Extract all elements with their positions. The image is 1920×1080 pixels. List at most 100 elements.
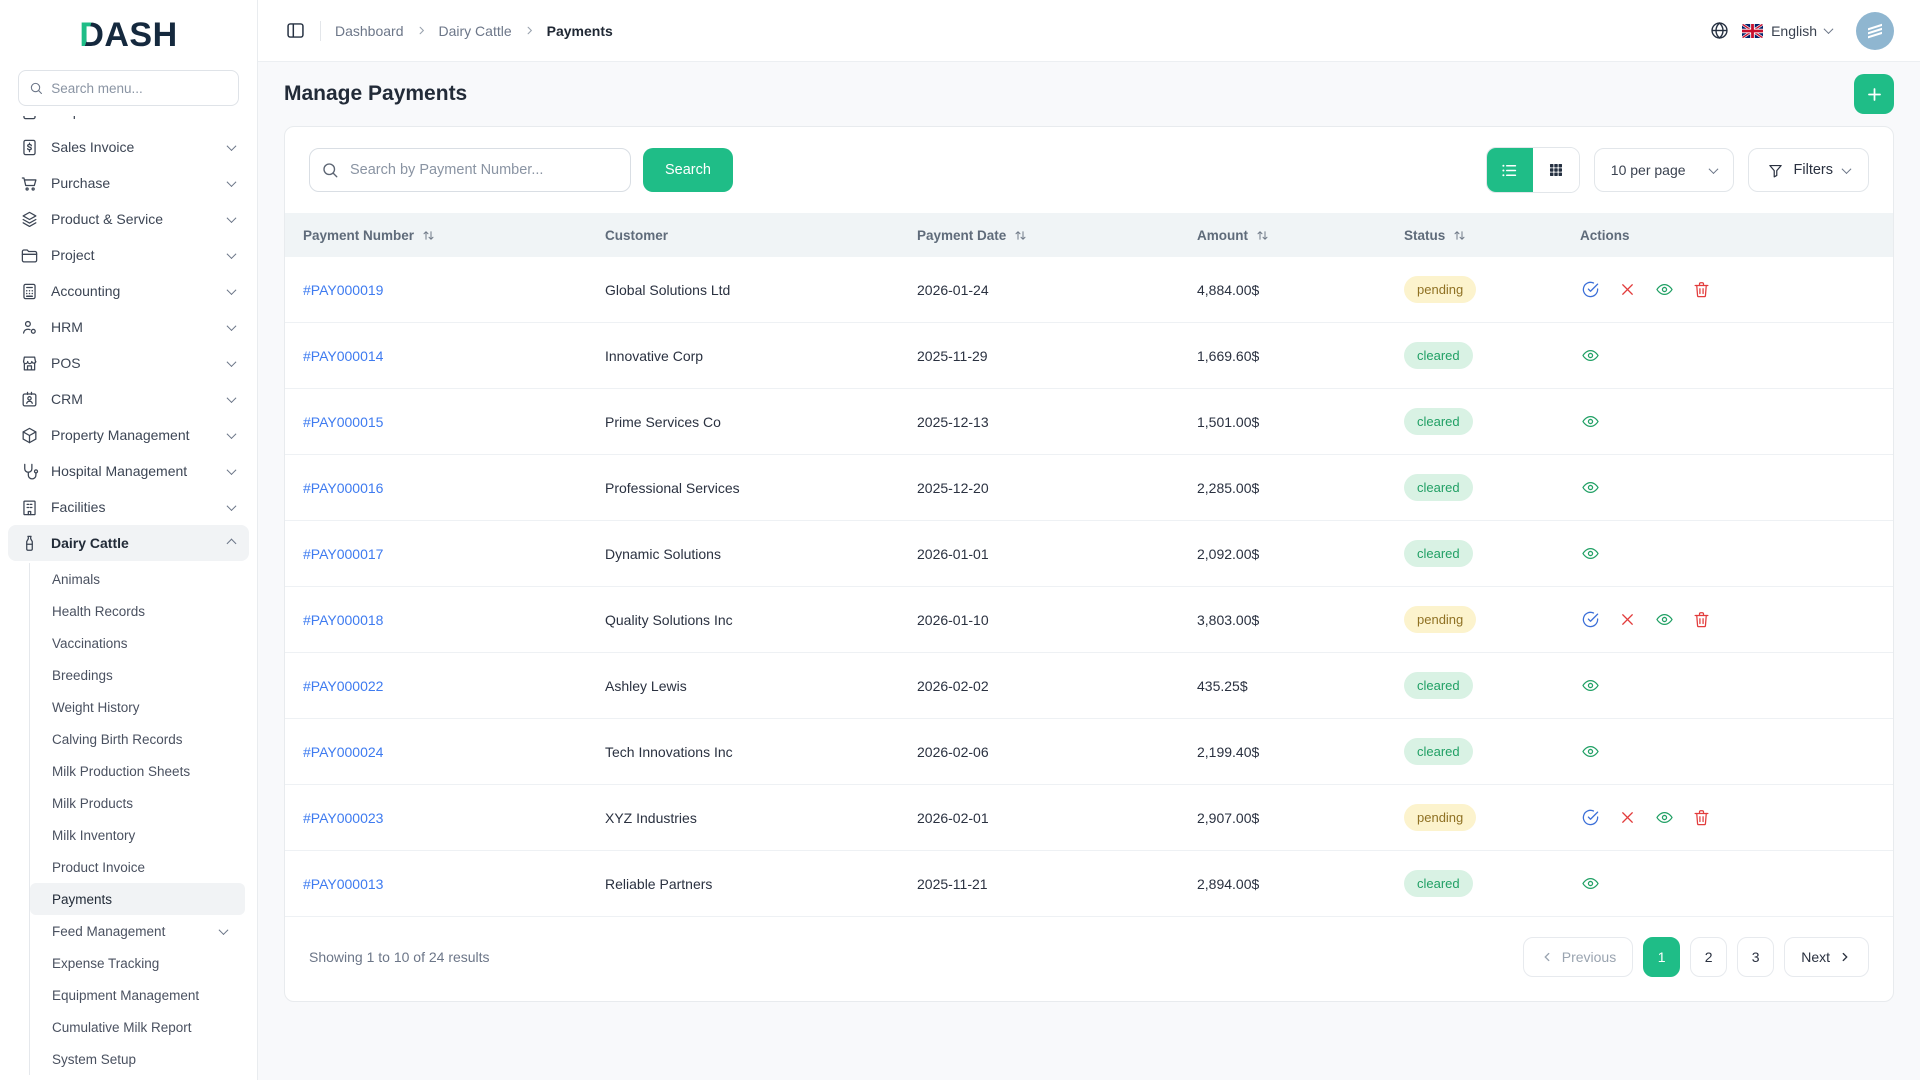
delete-button[interactable] <box>1691 280 1711 300</box>
view-button[interactable] <box>1654 808 1674 828</box>
row-actions <box>1580 323 1893 388</box>
brand-logo: DASH <box>0 0 257 62</box>
delete-button[interactable] <box>1691 610 1711 630</box>
grid-view-button[interactable] <box>1532 148 1579 192</box>
customer-cell: Innovative Corp <box>605 322 917 389</box>
status-badge: pending <box>1404 606 1477 633</box>
reject-button[interactable] <box>1617 280 1637 300</box>
sidebar-subitem-expense-tracking[interactable]: Expense Tracking <box>30 947 245 979</box>
view-button[interactable] <box>1580 742 1600 762</box>
circle-check-icon <box>1581 610 1600 629</box>
sidebar-subitem-system-setup[interactable]: System Setup <box>30 1043 245 1075</box>
payment-number-link[interactable]: #PAY000015 <box>303 414 383 430</box>
sidebar-item-hrm[interactable]: HRM <box>8 309 249 345</box>
sidebar-subitem-calving-birth-records[interactable]: Calving Birth Records <box>30 723 245 755</box>
payment-number-link[interactable]: #PAY000022 <box>303 678 383 694</box>
filters-button[interactable]: Filters <box>1747 148 1869 192</box>
payment-number-link[interactable]: #PAY000019 <box>303 282 383 298</box>
sidebar-subitem-label: Milk Inventory <box>52 827 136 843</box>
reject-button[interactable] <box>1617 808 1637 828</box>
language-selector[interactable]: English <box>1742 23 1836 39</box>
sidebar-subitem-feed-management[interactable]: Feed Management <box>30 915 245 947</box>
sidebar-item-pos[interactable]: POS <box>8 345 249 381</box>
column-header-amount[interactable]: Amount <box>1197 213 1404 257</box>
approve-button[interactable] <box>1580 280 1600 300</box>
payment-number-link[interactable]: #PAY000023 <box>303 810 383 826</box>
sidebar-item-dairy-cattle[interactable]: Dairy Cattle <box>8 525 249 561</box>
sidebar-item-crm[interactable]: CRM <box>8 381 249 417</box>
sidebar-subitem-health-records[interactable]: Health Records <box>30 595 245 627</box>
view-button[interactable] <box>1580 412 1600 432</box>
sidebar-item-proposal[interactable]: Proposal <box>8 116 249 129</box>
payment-number-link[interactable]: #PAY000024 <box>303 744 383 760</box>
sidebar-subitem-milk-inventory[interactable]: Milk Inventory <box>30 819 245 851</box>
list-view-button[interactable] <box>1486 148 1533 192</box>
payment-search-input[interactable] <box>309 148 631 192</box>
approve-button[interactable] <box>1580 610 1600 630</box>
customer-cell: Professional Services <box>605 454 917 521</box>
sidebar-subitem-milk-products[interactable]: Milk Products <box>30 787 245 819</box>
sidebar-subitem-vaccinations[interactable]: Vaccinations <box>30 627 245 659</box>
add-payment-button[interactable] <box>1854 74 1894 114</box>
payment-number-link[interactable]: #PAY000014 <box>303 348 383 364</box>
approve-button[interactable] <box>1580 808 1600 828</box>
sidebar-subitem-weight-history[interactable]: Weight History <box>30 691 245 723</box>
payment-number-link[interactable]: #PAY000016 <box>303 480 383 496</box>
chevron-down-icon <box>226 140 237 151</box>
view-button[interactable] <box>1580 478 1600 498</box>
sidebar-item-accounting[interactable]: Accounting <box>8 273 249 309</box>
sidebar-subitem-animals[interactable]: Animals <box>30 563 245 595</box>
sort-icon[interactable] <box>1452 228 1467 243</box>
search-button[interactable]: Search <box>643 148 733 192</box>
payment-number-link[interactable]: #PAY000013 <box>303 876 383 892</box>
page-button-3[interactable]: 3 <box>1737 937 1775 977</box>
view-button[interactable] <box>1580 544 1600 564</box>
reject-button[interactable] <box>1617 610 1637 630</box>
per-page-select[interactable]: 10 per page <box>1593 148 1734 192</box>
sidebar-item-label: Sales Invoice <box>51 139 135 155</box>
previous-page-button[interactable]: Previous <box>1522 937 1634 977</box>
breadcrumb-dairy-cattle[interactable]: Dairy Cattle <box>439 23 512 39</box>
invoice-icon <box>20 138 39 157</box>
sidebar-subitem-cumulative-milk-report[interactable]: Cumulative Milk Report <box>30 1011 245 1043</box>
payment-number-link[interactable]: #PAY000017 <box>303 546 383 562</box>
avatar[interactable] <box>1856 11 1894 50</box>
sort-icon[interactable] <box>1013 228 1028 243</box>
page-button-1[interactable]: 1 <box>1643 937 1681 977</box>
sort-icon[interactable] <box>1255 228 1270 243</box>
sidebar-subitem-product-invoice[interactable]: Product Invoice <box>30 851 245 883</box>
column-header-payment-date[interactable]: Payment Date <box>917 213 1197 257</box>
view-button[interactable] <box>1654 610 1674 630</box>
next-page-button[interactable]: Next <box>1784 937 1869 977</box>
view-button[interactable] <box>1580 676 1600 696</box>
sidebar-item-property-management[interactable]: Property Management <box>8 417 249 453</box>
customer-cell: Tech Innovations Inc <box>605 718 917 785</box>
column-header-status[interactable]: Status <box>1404 213 1580 257</box>
view-button[interactable] <box>1580 346 1600 366</box>
globe-icon[interactable] <box>1708 20 1730 42</box>
sidebar-item-label: Proposal <box>51 116 106 119</box>
column-header-payment-number[interactable]: Payment Number <box>285 213 605 257</box>
sidebar-item-product-service[interactable]: Product & Service <box>8 201 249 237</box>
sidebar-item-hospital-management[interactable]: Hospital Management <box>8 453 249 489</box>
sidebar-item-project[interactable]: Project <box>8 237 249 273</box>
filters-label: Filters <box>1793 162 1833 178</box>
previous-label: Previous <box>1561 949 1617 965</box>
view-button[interactable] <box>1580 874 1600 894</box>
sidebar-search-input[interactable] <box>51 80 228 96</box>
sidebar-subitem-breedings[interactable]: Breedings <box>30 659 245 691</box>
sidebar-subitem-equipment-management[interactable]: Equipment Management <box>30 979 245 1011</box>
eye-icon <box>1655 280 1674 299</box>
page-button-2[interactable]: 2 <box>1690 937 1728 977</box>
sort-icon[interactable] <box>421 228 436 243</box>
sidebar-subitem-milk-production-sheets[interactable]: Milk Production Sheets <box>30 755 245 787</box>
view-button[interactable] <box>1654 280 1674 300</box>
breadcrumb-dashboard[interactable]: Dashboard <box>335 23 404 39</box>
delete-button[interactable] <box>1691 808 1711 828</box>
sidebar-item-purchase[interactable]: Purchase <box>8 165 249 201</box>
payment-number-link[interactable]: #PAY000018 <box>303 612 383 628</box>
sidebar-subitem-payments[interactable]: Payments <box>30 883 245 915</box>
sidebar-item-sales-invoice[interactable]: Sales Invoice <box>8 129 249 165</box>
sidebar-item-facilities[interactable]: Facilities <box>8 489 249 525</box>
sidebar-toggle-icon[interactable] <box>284 20 306 42</box>
